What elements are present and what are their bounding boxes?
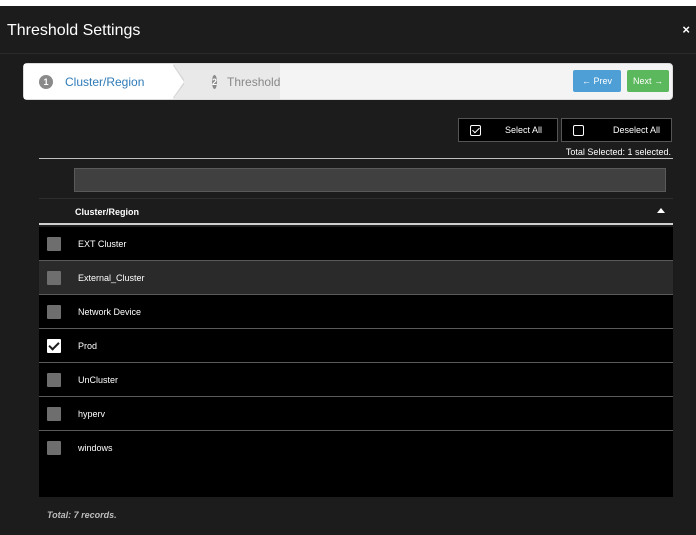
step-label-cluster-region: Cluster/Region xyxy=(65,74,145,89)
row-label: windows xyxy=(78,443,113,453)
prev-button[interactable]: ← Prev xyxy=(573,70,621,92)
step-arrow xyxy=(172,64,184,99)
row-checkbox[interactable] xyxy=(47,237,61,251)
total-selected-text: Total Selected: 1 selected. xyxy=(565,147,671,157)
table-row[interactable]: Prod xyxy=(39,329,673,363)
wizard-steps-bar: 1 Cluster/Region 2 Threshold ← Prev Next… xyxy=(23,63,673,100)
step-number-1: 1 xyxy=(39,74,53,89)
checkbox-checked-icon xyxy=(470,124,481,136)
select-all-label: Select All xyxy=(505,125,543,135)
row-checkbox[interactable] xyxy=(47,271,61,285)
row-label: Network Device xyxy=(78,307,142,317)
table-row[interactable]: hyperv xyxy=(39,397,673,431)
table-row[interactable]: Network Device xyxy=(39,295,673,329)
checkbox-empty-icon xyxy=(573,124,584,136)
column-header-cluster-region[interactable]: Cluster/Region xyxy=(75,207,139,217)
row-checkbox[interactable] xyxy=(47,305,61,319)
table-row[interactable]: External_Cluster xyxy=(39,261,673,295)
select-all-button[interactable]: Select All xyxy=(458,118,558,142)
row-label: EXT Cluster xyxy=(78,239,127,249)
table-empty-area xyxy=(39,464,673,497)
wizard-step-threshold[interactable]: 2 Threshold xyxy=(184,64,280,99)
step-number-2: 2 xyxy=(212,74,218,89)
deselect-all-label: Deselect All xyxy=(613,125,661,135)
row-checkbox[interactable] xyxy=(47,407,61,421)
row-label: hyperv xyxy=(78,409,106,419)
table-header: Cluster/Region xyxy=(39,198,673,225)
filter-input[interactable] xyxy=(74,168,666,192)
close-icon[interactable]: × xyxy=(682,23,690,36)
deselect-all-button[interactable]: Deselect All xyxy=(561,118,672,142)
table-row[interactable]: windows xyxy=(39,431,673,465)
row-label: Prod xyxy=(78,341,98,351)
wizard-step-cluster-region[interactable]: 1 Cluster/Region xyxy=(24,64,174,99)
dialog-header: Threshold Settings × xyxy=(0,6,696,54)
table-row[interactable]: UnCluster xyxy=(39,363,673,397)
total-records-text: Total: 7 records. xyxy=(47,510,117,520)
dialog-title: Threshold Settings xyxy=(7,22,141,39)
row-checkbox[interactable] xyxy=(47,441,61,455)
table-row[interactable]: EXT Cluster xyxy=(39,227,673,261)
filter-row xyxy=(39,159,673,198)
row-label: External_Cluster xyxy=(78,273,145,283)
table-body: EXT Cluster External_Cluster Network Dev… xyxy=(39,227,673,465)
sort-ascending-icon[interactable] xyxy=(657,208,665,213)
next-button[interactable]: Next → xyxy=(627,70,669,92)
row-checkbox-checked[interactable] xyxy=(47,339,61,353)
step-label-threshold: Threshold xyxy=(227,74,281,89)
row-checkbox[interactable] xyxy=(47,373,61,387)
row-label: UnCluster xyxy=(78,375,119,385)
